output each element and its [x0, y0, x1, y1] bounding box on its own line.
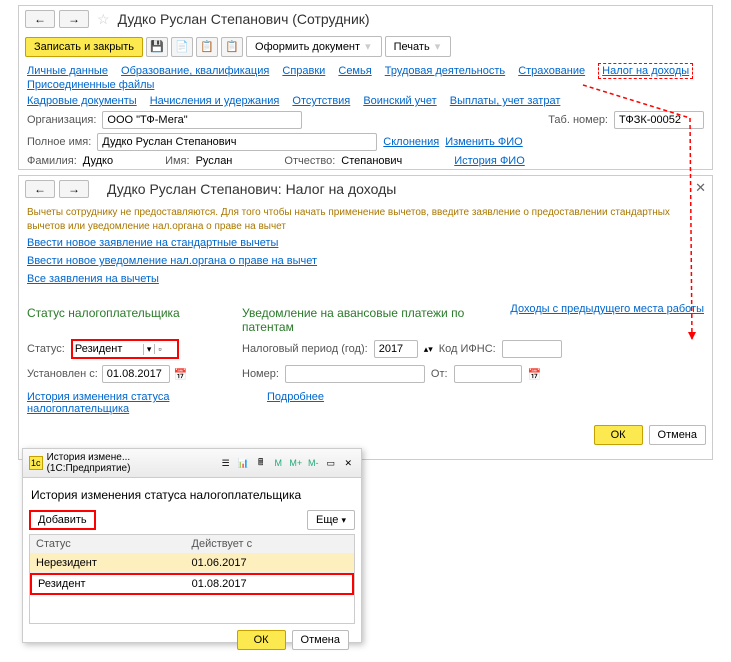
- col-status: Статус: [30, 535, 186, 553]
- tab-education[interactable]: Образование, квалификация: [121, 65, 269, 77]
- tab-insurance[interactable]: Страхование: [518, 65, 585, 77]
- tab-refs[interactable]: Справки: [282, 65, 325, 77]
- status-dropdown[interactable]: ▾ ▫: [71, 339, 179, 359]
- num-label: Номер:: [242, 368, 279, 380]
- close-icon[interactable]: ✕: [342, 456, 356, 470]
- tab-accruals[interactable]: Начисления и удержания: [150, 95, 280, 107]
- tab-files[interactable]: Присоединенные файлы: [27, 79, 154, 91]
- cell-date: 01.08.2017: [186, 575, 352, 593]
- cell-status: Нерезидент: [30, 554, 186, 572]
- fullname-input[interactable]: [97, 133, 377, 151]
- dropdown-caret-icon[interactable]: ▾: [143, 344, 155, 355]
- from-label: От:: [431, 368, 448, 380]
- ifns-label: Код ИФНС:: [439, 343, 496, 355]
- declension-link[interactable]: Склонения: [383, 136, 439, 148]
- tab-military[interactable]: Воинский учет: [363, 95, 436, 107]
- tb-close-icon[interactable]: ▭: [324, 456, 338, 470]
- more-button[interactable]: Еще ▾: [307, 510, 355, 530]
- prev-income-link[interactable]: Доходы с предыдущего места работы: [510, 303, 704, 315]
- org-label: Организация:: [27, 114, 96, 126]
- tb-icon-2[interactable]: 📊: [236, 456, 250, 470]
- edit-fio-link[interactable]: Изменить ФИО: [445, 136, 523, 148]
- form-icon[interactable]: 📋: [221, 37, 243, 57]
- period-label: Налоговый период (год):: [242, 343, 368, 355]
- col-date: Действует с: [186, 535, 354, 553]
- tab-personal[interactable]: Личные данные: [27, 65, 108, 77]
- table-row[interactable]: Резидент 01.08.2017: [30, 573, 354, 595]
- surname-value: Дудко: [83, 155, 113, 167]
- notify-header: Уведомление на авансовые платежи по пате…: [242, 303, 490, 337]
- tb-mminus[interactable]: M-: [306, 456, 320, 470]
- dropdown-open-icon[interactable]: ▫: [154, 344, 164, 354]
- tabnum-label: Таб. номер:: [548, 114, 608, 126]
- document-button[interactable]: Оформить документ ▾: [246, 36, 382, 57]
- tabnum-input[interactable]: [614, 111, 704, 129]
- setdate-input[interactable]: [102, 365, 170, 383]
- forward-button[interactable]: →: [59, 10, 89, 28]
- more-link[interactable]: Подробнее: [267, 391, 324, 403]
- calendar-icon[interactable]: 📅: [528, 368, 542, 381]
- status-input[interactable]: [73, 341, 143, 357]
- tab-work[interactable]: Трудовая деятельность: [385, 65, 505, 77]
- fullname-label: Полное имя:: [27, 136, 91, 148]
- period-input[interactable]: [374, 340, 418, 358]
- back-button[interactable]: ←: [25, 180, 55, 198]
- dialog-title: История изменения статуса налогоплательщ…: [29, 484, 355, 510]
- app-icon: 1c: [29, 456, 43, 470]
- table-row[interactable]: Нерезидент 01.06.2017: [30, 554, 354, 573]
- tab-family[interactable]: Семья: [338, 65, 371, 77]
- tab-absence[interactable]: Отсутствия: [292, 95, 350, 107]
- ok-button[interactable]: ОК: [237, 630, 286, 650]
- tab-hr-docs[interactable]: Кадровые документы: [27, 95, 137, 107]
- back-button[interactable]: ←: [25, 10, 55, 28]
- close-icon[interactable]: ✕: [695, 180, 706, 196]
- tb-icon-3[interactable]: 🖩: [254, 456, 268, 470]
- from-input[interactable]: [454, 365, 522, 383]
- tb-icon-1[interactable]: ☰: [219, 456, 233, 470]
- tab-payments[interactable]: Выплаты, учет затрат: [450, 95, 561, 107]
- spinner-icon[interactable]: ▴▾: [424, 344, 433, 355]
- status-header: Статус налогоплательщика: [27, 303, 222, 323]
- tb-m[interactable]: M: [271, 456, 285, 470]
- ifns-input[interactable]: [502, 340, 562, 358]
- cell-status: Резидент: [32, 575, 186, 593]
- cell-date: 01.06.2017: [186, 554, 354, 572]
- print-button[interactable]: Печать ▾: [385, 36, 452, 57]
- star-icon[interactable]: ☆: [97, 11, 110, 28]
- save-close-button[interactable]: Записать и закрыть: [25, 37, 143, 57]
- add-button[interactable]: Добавить: [29, 510, 96, 530]
- status-history-link[interactable]: История изменения статуса налогоплательщ…: [27, 391, 169, 415]
- status-label: Статус:: [27, 343, 65, 355]
- save-icon[interactable]: 💾: [146, 37, 168, 57]
- create-icon[interactable]: 📄: [171, 37, 193, 57]
- window-title: Дудко Руслан Степанович (Сотрудник): [118, 11, 370, 27]
- name-value: Руслан: [196, 155, 233, 167]
- list-icon[interactable]: 📋: [196, 37, 218, 57]
- org-input[interactable]: [102, 111, 302, 129]
- surname-label: Фамилия:: [27, 155, 77, 167]
- link-standard-deduct[interactable]: Ввести новое заявление на стандартные вы…: [27, 237, 278, 249]
- window-title: Дудко Руслан Степанович: Налог на доходы: [107, 181, 396, 197]
- forward-button[interactable]: →: [59, 180, 89, 198]
- titlebar-text: История измене... (1С:Предприятие): [47, 452, 211, 474]
- ok-button[interactable]: ОК: [594, 425, 643, 445]
- status-table: Статус Действует с Нерезидент 01.06.2017…: [29, 534, 355, 624]
- patro-value: Степанович: [341, 155, 402, 167]
- num-input[interactable]: [285, 365, 425, 383]
- name-label: Имя:: [165, 155, 189, 167]
- info-text: Вычеты сотруднику не предоставляются. Дл…: [19, 202, 712, 237]
- fio-history-link[interactable]: История ФИО: [454, 155, 525, 167]
- tb-mplus[interactable]: M+: [289, 456, 303, 470]
- patro-label: Отчество:: [284, 155, 335, 167]
- link-all-apps[interactable]: Все заявления на вычеты: [27, 273, 159, 285]
- cancel-button[interactable]: Отмена: [649, 425, 706, 445]
- cancel-button[interactable]: Отмена: [292, 630, 349, 650]
- link-tax-notice[interactable]: Ввести новое уведомление нал.органа о пр…: [27, 255, 317, 267]
- calendar-icon[interactable]: 📅: [174, 368, 188, 381]
- tab-tax[interactable]: Налог на доходы: [598, 63, 693, 79]
- setdate-label: Установлен с:: [27, 368, 98, 380]
